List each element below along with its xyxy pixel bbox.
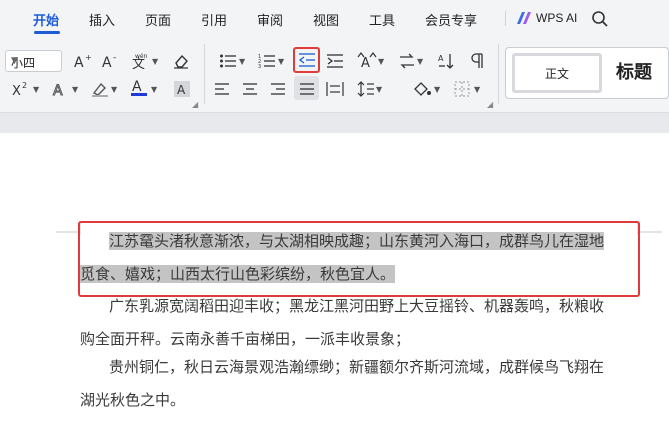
annotation-box-decrease-indent — [293, 47, 320, 73]
tab-references[interactable]: 引用 — [201, 10, 227, 29]
chevron-down-icon[interactable]: ▼ — [434, 85, 440, 94]
tab-home[interactable]: 开始 — [33, 10, 59, 29]
line-spacing-icon[interactable] — [355, 78, 377, 100]
justify-icon[interactable] — [296, 78, 318, 100]
sort-icon[interactable]: A — [436, 50, 458, 72]
style-title-button[interactable]: 标题 — [616, 58, 652, 84]
increase-indent-icon[interactable] — [324, 50, 346, 72]
align-right-icon[interactable] — [267, 78, 289, 100]
svg-text:X: X — [12, 84, 21, 98]
paragraph-text[interactable]: 贵州铜仁，秋日云海景观浩瀚缥缈；新疆额尔齐斯河流域，成群候鸟飞翔在 — [109, 358, 604, 376]
font-color-icon[interactable]: A — [128, 76, 150, 98]
paragraph-line[interactable]: 广东乳源宽阔稻田迎丰收；黑龙江黑河田野上大豆摇铃、机器轰鸣，秋粮收 — [80, 290, 640, 323]
paragraph-3[interactable]: 贵州铜仁，秋日云海景观浩瀚缥缈；新疆额尔齐斯河流域，成群候鸟飞翔在 湖光秋色之中… — [80, 351, 640, 417]
clear-format-icon[interactable] — [170, 50, 192, 72]
menu-bar: 开始 插入 页面 引用 审阅 视图 工具 会员专享 WPS AI — [0, 0, 669, 36]
group-divider — [204, 44, 205, 104]
shading-icon[interactable] — [411, 78, 433, 100]
show-marks-icon[interactable] — [466, 50, 488, 72]
tab-member[interactable]: 会员专享 — [425, 10, 477, 29]
superscript-icon[interactable]: X2 — [10, 78, 32, 100]
tab-tools[interactable]: 工具 — [369, 10, 395, 29]
tab-page[interactable]: 页面 — [145, 10, 171, 29]
active-tab-indicator — [34, 31, 60, 34]
decrease-font-icon[interactable]: A- — [100, 50, 122, 72]
paragraph-dialog-launcher-icon[interactable]: ◢ — [487, 100, 493, 109]
svg-text:A: A — [102, 55, 112, 70]
paragraph-line[interactable]: 湖光秋色之中。 — [80, 384, 640, 417]
wps-ai-logo-icon[interactable] — [515, 10, 533, 26]
group-divider — [498, 44, 499, 104]
svg-text:wén: wén — [135, 53, 148, 60]
chevron-down-icon[interactable]: ▼ — [72, 85, 78, 94]
distributed-align-icon[interactable] — [324, 78, 346, 100]
borders-icon[interactable] — [451, 78, 473, 100]
font-size-select[interactable]: 小四 ▼ — [5, 50, 62, 72]
chevron-down-icon[interactable]: ▼ — [111, 85, 117, 94]
increase-font-icon[interactable]: A + — [72, 50, 94, 72]
menu-divider — [505, 11, 506, 26]
svg-text:3: 3 — [258, 64, 261, 69]
highlight-icon[interactable] — [89, 78, 111, 100]
phonetic-guide-icon[interactable]: 文 wén — [130, 50, 152, 72]
numbered-list-icon[interactable]: 123 — [256, 50, 278, 72]
svg-text:-: - — [113, 53, 116, 63]
chevron-down-icon[interactable]: ▼ — [376, 85, 382, 94]
chevron-down-icon[interactable]: ▼ — [378, 57, 384, 66]
style-normal-button[interactable]: 正文 — [512, 53, 602, 93]
svg-text:A: A — [177, 83, 186, 97]
svg-text:A: A — [74, 55, 84, 70]
paragraph-text[interactable]: 购全面开秤。云南永善千亩梯田，一派丰收景象； — [80, 330, 410, 348]
chevron-down-icon[interactable]: ▼ — [474, 85, 480, 94]
font-dialog-launcher-icon[interactable]: ◢ — [192, 100, 198, 109]
text-effect-icon[interactable]: A — [50, 78, 72, 100]
tab-view[interactable]: 视图 — [313, 10, 339, 29]
paragraph-text[interactable]: 湖光秋色之中。 — [80, 391, 185, 409]
svg-text:A: A — [132, 79, 142, 95]
text-direction-icon[interactable]: A — [356, 50, 378, 72]
annotation-box-selected-paragraph — [78, 221, 640, 297]
style-gallery: 正文 标题 — [505, 47, 669, 99]
ruler-area — [0, 112, 669, 133]
svg-text:A: A — [438, 54, 444, 63]
wps-ai-button[interactable]: WPS AI — [536, 11, 577, 25]
chevron-down-icon[interactable]: ▼ — [33, 85, 39, 94]
tab-review[interactable]: 审阅 — [257, 10, 283, 29]
align-center-icon[interactable] — [239, 78, 261, 100]
chevron-down-icon[interactable]: ▼ — [278, 57, 284, 66]
align-left-icon[interactable] — [211, 78, 233, 100]
svg-text:A: A — [361, 56, 370, 70]
paragraph-line[interactable]: 贵州铜仁，秋日云海景观浩瀚缥缈；新疆额尔齐斯河流域，成群候鸟飞翔在 — [80, 351, 640, 384]
chevron-down-icon[interactable]: ▼ — [151, 85, 157, 94]
sort-swap-icon[interactable] — [396, 50, 418, 72]
chevron-down-icon[interactable]: ▼ — [152, 57, 158, 66]
paragraph-text[interactable]: 广东乳源宽阔稻田迎丰收；黑龙江黑河田野上大豆摇铃、机器轰鸣，秋粮收 — [109, 297, 604, 315]
svg-text:A: A — [53, 83, 63, 98]
svg-text:+: + — [85, 53, 92, 62]
chevron-down-icon[interactable]: ▼ — [239, 57, 245, 66]
paragraph-2[interactable]: 广东乳源宽阔稻田迎丰收；黑龙江黑河田野上大豆摇铃、机器轰鸣，秋粮收 购全面开秤。… — [80, 290, 640, 356]
bullet-list-icon[interactable] — [217, 50, 239, 72]
chevron-down-icon: ▼ — [11, 56, 18, 66]
character-shading-icon[interactable]: A — [171, 78, 193, 100]
svg-text:2: 2 — [22, 81, 27, 90]
chevron-down-icon[interactable]: ▼ — [417, 57, 423, 66]
search-icon[interactable] — [591, 10, 609, 28]
tab-insert[interactable]: 插入 — [89, 10, 115, 29]
